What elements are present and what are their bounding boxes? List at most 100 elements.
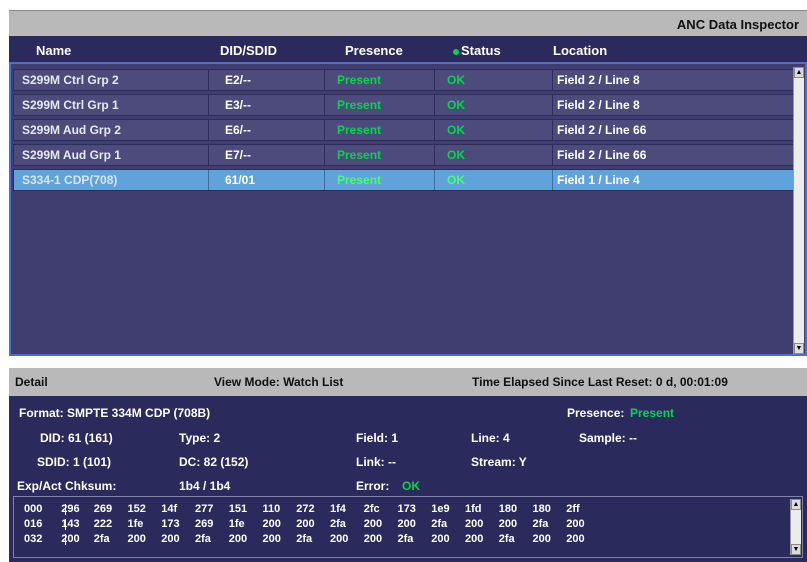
column-divider bbox=[552, 145, 553, 165]
hex-byte: 152 bbox=[127, 503, 146, 515]
cell-name: S299M Ctrl Grp 2 bbox=[22, 73, 119, 87]
checksum-label: Exp/Act Chksum: bbox=[17, 479, 117, 493]
hex-byte: 200 bbox=[61, 533, 80, 545]
hex-byte: 1fd bbox=[465, 503, 482, 515]
hex-byte: 200 bbox=[465, 533, 484, 545]
cell-location: Field 2 / Line 66 bbox=[557, 123, 647, 137]
hex-byte: 200 bbox=[363, 533, 383, 545]
hex-byte: 2fa bbox=[431, 518, 448, 530]
sdid-value: SDID: 1 (101) bbox=[37, 455, 112, 469]
arrow-down-icon[interactable]: ▼ bbox=[794, 343, 804, 354]
column-divider bbox=[434, 170, 435, 190]
cell-name: S299M Ctrl Grp 1 bbox=[22, 98, 119, 112]
hex-byte: 200 bbox=[566, 533, 585, 545]
hex-byte: 2fa bbox=[532, 518, 549, 530]
column-divider bbox=[434, 70, 435, 90]
arrow-up-icon[interactable]: ▲ bbox=[794, 67, 804, 78]
column-divider bbox=[552, 95, 553, 115]
hex-byte: 200 bbox=[296, 518, 315, 530]
column-header-location[interactable]: Location bbox=[553, 43, 607, 58]
green-dot-icon bbox=[453, 49, 459, 55]
cell-presence: Present bbox=[337, 173, 382, 187]
hex-byte: 2fa bbox=[498, 533, 515, 545]
anc-entry-list: S299M Ctrl Grp 2 E2/-- Present OK Field 2 / … bbox=[9, 64, 807, 356]
hex-byte: 180 bbox=[498, 503, 518, 515]
hex-byte: 14f bbox=[161, 503, 178, 515]
cell-name: S334-1 CDP(708) bbox=[22, 173, 118, 187]
hex-byte: 2fa bbox=[195, 533, 211, 545]
hex-byte: 1fe bbox=[127, 518, 144, 530]
format-text: Format: SMPTE 334M CDP (708B) bbox=[19, 406, 211, 420]
arrow-down-icon[interactable]: ▼ bbox=[791, 544, 801, 555]
cell-location: Field 1 / Line 4 bbox=[557, 173, 640, 187]
hex-offset: 016 bbox=[24, 518, 43, 530]
link-value: Link: -- bbox=[356, 455, 396, 469]
hex-byte: 200 bbox=[262, 518, 281, 530]
type-value: Type: 2 bbox=[179, 431, 221, 445]
column-divider bbox=[434, 120, 435, 140]
cell-status: OK bbox=[447, 123, 465, 137]
cell-name: S299M Aud Grp 2 bbox=[22, 123, 121, 137]
list-row[interactable]: S299M Ctrl Grp 1 E3/-- Present OK Field 2 / … bbox=[13, 94, 795, 116]
cell-status: OK bbox=[447, 98, 465, 112]
column-header-status[interactable]: Status bbox=[461, 43, 501, 58]
column-divider bbox=[324, 95, 325, 115]
hex-byte: 200 bbox=[465, 518, 484, 530]
column-header-did-sdid[interactable]: DID/SDID bbox=[220, 43, 277, 58]
hex-byte: 2fa bbox=[397, 533, 414, 545]
hex-byte: 269 bbox=[93, 503, 113, 515]
hex-byte: 1fe bbox=[228, 518, 245, 530]
view-mode-label[interactable]: View Mode: Watch List bbox=[214, 375, 343, 389]
detail-header: Detail View Mode: Watch List Time Elapse… bbox=[9, 368, 807, 396]
cell-location: Field 2 / Line 8 bbox=[557, 98, 640, 112]
hex-byte: 200 bbox=[127, 533, 146, 545]
cell-did: E3/-- bbox=[225, 98, 252, 112]
cell-did: E6/-- bbox=[225, 123, 252, 137]
hex-byte: 200 bbox=[431, 533, 450, 545]
cell-did: E2/-- bbox=[225, 73, 252, 87]
column-divider bbox=[324, 170, 325, 190]
line-value: Line: 4 bbox=[471, 431, 510, 445]
column-divider bbox=[324, 145, 325, 165]
did-value: DID: 61 (161) bbox=[40, 431, 113, 445]
hex-byte: 200 bbox=[330, 533, 349, 545]
field-value: Field: 1 bbox=[356, 431, 399, 445]
arrow-up-icon[interactable]: ▲ bbox=[791, 499, 801, 510]
hex-byte: 200 bbox=[532, 533, 551, 545]
hex-byte: 2fa bbox=[93, 533, 110, 545]
cell-location: Field 2 / Line 66 bbox=[557, 148, 647, 162]
presence-value: Present bbox=[630, 406, 675, 420]
cell-location: Field 2 / Line 8 bbox=[557, 73, 640, 87]
column-divider bbox=[324, 70, 325, 90]
cell-name: S299M Aud Grp 1 bbox=[22, 148, 121, 162]
column-divider bbox=[552, 120, 553, 140]
hex-byte: 173 bbox=[397, 503, 416, 515]
hex-byte: 110 bbox=[262, 503, 281, 515]
hex-scrollbar[interactable]: ▲ ▼ bbox=[790, 499, 801, 555]
column-divider bbox=[208, 95, 209, 115]
column-divider bbox=[434, 95, 435, 115]
hex-byte: 180 bbox=[532, 503, 551, 515]
list-row[interactable]: S299M Aud Grp 1 E7/-- Present OK Field 2 / L… bbox=[13, 144, 795, 166]
hex-byte: 2fa bbox=[330, 518, 346, 530]
column-header-name[interactable]: Name bbox=[36, 43, 71, 58]
column-header-presence[interactable]: Presence bbox=[345, 43, 403, 58]
hex-byte: 2fa bbox=[296, 533, 313, 545]
hex-byte: 1e9 bbox=[431, 503, 450, 515]
hex-byte: 296 bbox=[61, 503, 80, 515]
column-header-row: Name DID/SDID Presence Status Location bbox=[9, 36, 807, 64]
column-divider bbox=[552, 70, 553, 90]
list-row[interactable]: S334-1 CDP(708) 61/01 Present OK Field 1 / L… bbox=[13, 169, 795, 191]
hex-byte: 200 bbox=[262, 533, 281, 545]
dc-value: DC: 82 (152) bbox=[179, 455, 249, 469]
list-row[interactable]: S299M Aud Grp 2 E6/-- Present OK Field 2 / L… bbox=[13, 119, 795, 141]
column-divider bbox=[208, 170, 209, 190]
cell-status: OK bbox=[447, 148, 465, 162]
list-row[interactable]: S299M Ctrl Grp 2 E2/-- Present OK Field 2 / … bbox=[13, 69, 795, 91]
hex-byte: 200 bbox=[228, 533, 248, 545]
list-scrollbar[interactable]: ▲ ▼ bbox=[793, 67, 804, 354]
error-value: OK bbox=[402, 479, 420, 493]
window-title: ANC Data Inspector bbox=[676, 17, 799, 32]
error-label: Error: bbox=[356, 479, 390, 493]
sample-value: Sample: -- bbox=[579, 431, 638, 445]
